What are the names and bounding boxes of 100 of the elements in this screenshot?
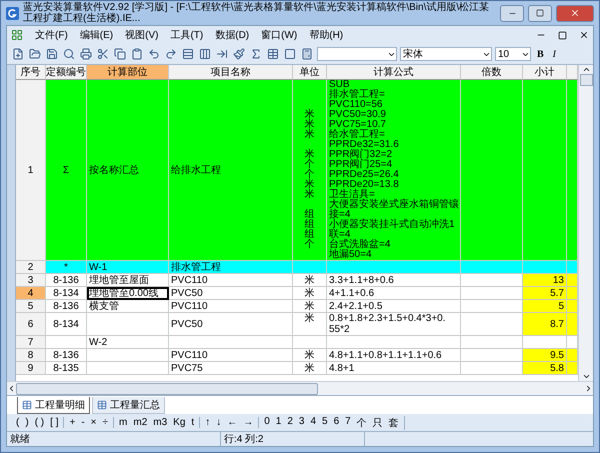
minimize-button[interactable]	[500, 4, 524, 22]
copy-icon[interactable]	[113, 47, 127, 61]
row-number[interactable]: 6	[16, 313, 46, 336]
restore-icon[interactable]	[558, 30, 567, 40]
redo-icon[interactable]	[164, 47, 178, 61]
symbol-button[interactable]: →	[243, 417, 254, 428]
symbol-button[interactable]: ↑	[205, 417, 210, 428]
maximize-icon	[536, 9, 544, 17]
italic-button[interactable]: I	[550, 48, 560, 60]
column-header[interactable]: 序号	[16, 65, 46, 80]
symbol-button[interactable]: ×	[90, 417, 97, 428]
undo-icon[interactable]	[147, 47, 161, 61]
table-cell	[293, 261, 327, 274]
save-icon[interactable]	[45, 47, 59, 61]
vertical-scrollbar[interactable]	[578, 65, 593, 381]
symbol-button[interactable]: Kg	[173, 417, 186, 428]
close-icon[interactable]	[579, 30, 589, 40]
scroll-thumb[interactable]	[16, 382, 318, 394]
symbol-button[interactable]: ÷	[102, 417, 108, 428]
symbol-button[interactable]: ←	[227, 417, 238, 428]
menu-item[interactable]: 文件(F)	[35, 28, 68, 42]
symbol-button[interactable]: 只	[372, 416, 383, 430]
symbol-button[interactable]: 3	[298, 416, 304, 430]
scroll-thumb[interactable]	[580, 74, 592, 86]
column-header[interactable]: 小计	[523, 65, 567, 80]
table-cell: 给排水工程	[169, 80, 293, 261]
grid-icon	[11, 29, 23, 41]
arrow-right-icon[interactable]	[215, 47, 229, 61]
horizontal-scrollbar[interactable]	[7, 381, 593, 395]
menu-item[interactable]: 窗口(W)	[261, 28, 298, 42]
font-size-dropdown[interactable]: 10	[495, 47, 531, 61]
row-number[interactable]: 2	[16, 261, 46, 274]
table-cell: PVC110	[169, 300, 293, 313]
symbol-button[interactable]: 1	[276, 416, 282, 430]
table-icon	[22, 400, 32, 410]
row-number[interactable]: 4	[16, 287, 46, 300]
row-number[interactable]: 8	[16, 349, 46, 362]
row-number[interactable]: 3	[16, 274, 46, 287]
dropdown-field[interactable]	[317, 47, 397, 61]
symbol-button[interactable]: ( )	[34, 417, 44, 428]
menu-item[interactable]: 工具(T)	[170, 28, 204, 42]
row-number[interactable]: 9	[16, 362, 46, 375]
column-header[interactable]: 定额编号	[46, 65, 87, 80]
column-header[interactable]: 计算公式	[327, 65, 461, 80]
menu-item[interactable]: 帮助(H)	[309, 28, 344, 42]
symbol-button[interactable]: m2	[133, 417, 148, 428]
status-message: 就绪	[7, 432, 221, 446]
sheet-tab[interactable]: 工程量汇总	[92, 397, 165, 414]
print-icon[interactable]	[79, 47, 93, 61]
open-folder-icon[interactable]	[28, 47, 42, 61]
cut-icon[interactable]	[96, 47, 110, 61]
row-number[interactable]: 1	[16, 80, 46, 261]
column-header[interactable]: 项目名称	[169, 65, 293, 80]
table-cell: PVC75	[169, 362, 293, 375]
column-header[interactable]: 计算部位	[87, 65, 169, 80]
preview-icon[interactable]	[62, 47, 76, 61]
table-cell	[461, 336, 523, 349]
symbol-button[interactable]: 个	[356, 416, 367, 430]
symbol-button[interactable]: m	[119, 417, 128, 428]
scroll-right-icon[interactable]	[584, 384, 593, 393]
symbol-button[interactable]: [ ]	[50, 417, 58, 428]
symbol-button[interactable]: 5	[322, 416, 328, 430]
menu-item[interactable]: 视图(V)	[125, 28, 158, 42]
row-number[interactable]: 7	[16, 336, 46, 349]
table-cell	[567, 261, 578, 274]
symbol-button[interactable]: +	[69, 417, 76, 428]
close-button[interactable]	[556, 4, 594, 22]
scroll-up-icon[interactable]	[582, 65, 590, 74]
symbol-button[interactable]: 7	[345, 416, 351, 430]
bold-button[interactable]: B	[534, 48, 547, 60]
symbol-button[interactable]: 0	[264, 416, 270, 430]
column-header[interactable]: 倍数	[461, 65, 523, 80]
font-dropdown[interactable]: 宋体	[400, 47, 492, 61]
side-panel-handle[interactable]	[7, 65, 16, 381]
symbol-button[interactable]: ↓	[216, 417, 222, 428]
calculator-icon[interactable]	[300, 47, 314, 61]
symbol-button[interactable]: 6	[334, 416, 340, 430]
insert-row-icon[interactable]	[181, 47, 195, 61]
new-file-icon[interactable]	[11, 47, 25, 61]
row-number[interactable]: 5	[16, 300, 46, 313]
symbol-button[interactable]: m3	[153, 417, 168, 428]
symbol-button[interactable]: 套	[388, 416, 399, 430]
insert-column-icon[interactable]	[198, 47, 212, 61]
scroll-left-icon[interactable]	[7, 384, 16, 393]
menu-item[interactable]: 数据(D)	[215, 28, 250, 42]
symbol-button[interactable]: -	[81, 417, 85, 428]
column-header[interactable]: 单位	[293, 65, 327, 80]
menu-item[interactable]: 编辑(E)	[80, 28, 114, 42]
paste-icon[interactable]	[130, 47, 144, 61]
symbol-button[interactable]: t	[191, 417, 194, 428]
brush-icon[interactable]	[232, 47, 246, 61]
square-icon[interactable]	[283, 47, 297, 61]
symbol-button[interactable]: 4	[310, 416, 316, 430]
scroll-down-icon[interactable]	[582, 372, 590, 381]
sheet-tab[interactable]: 工程量明细	[17, 397, 90, 414]
symbol-button[interactable]: (	[16, 417, 20, 428]
symbol-button[interactable]: )	[25, 417, 29, 428]
table-icon[interactable]	[266, 47, 280, 61]
maximize-button[interactable]	[528, 4, 552, 22]
symbol-button[interactable]: 2	[287, 416, 293, 430]
